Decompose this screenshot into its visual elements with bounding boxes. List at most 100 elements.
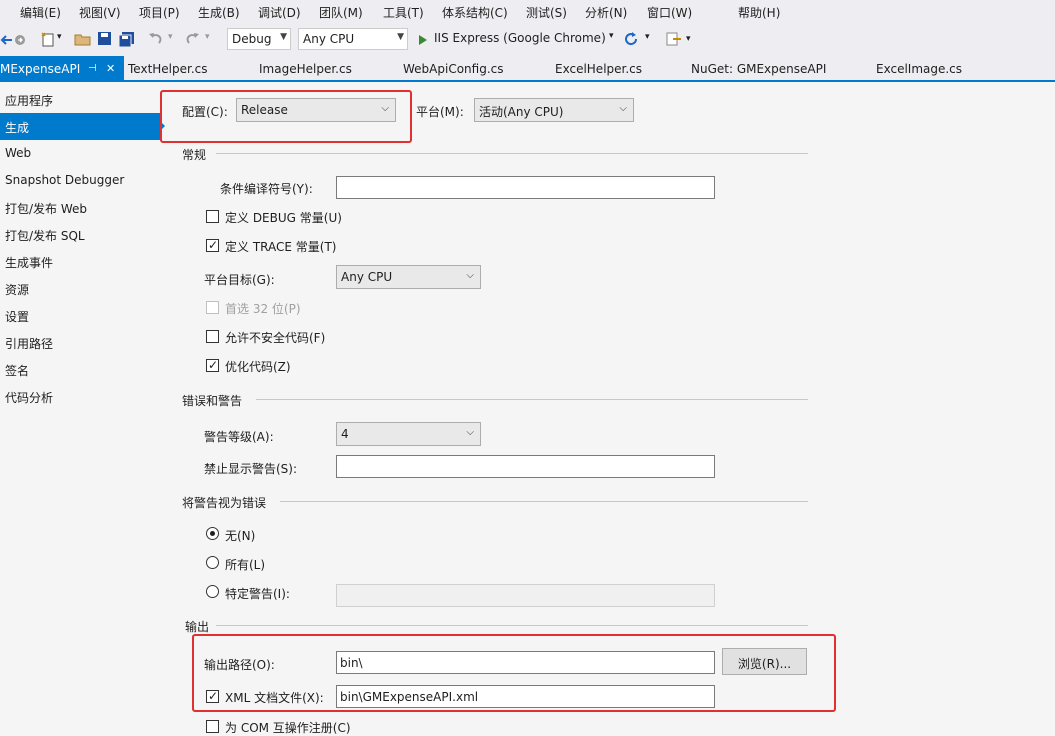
section-errors-header: 错误和警告 [182,394,243,408]
new-project-icon[interactable] [40,31,56,47]
solution-platform-value: Any CPU [303,32,355,46]
sidebar-item-resources[interactable]: 资源 [0,275,160,302]
output-path-value: bin\ [340,656,363,670]
define-trace-label: 定义 TRACE 常量(T) [225,240,337,254]
checkmark-icon: ✓ [208,358,219,372]
tab-imagehelper[interactable]: ImageHelper.cs [259,62,352,76]
redo-icon[interactable] [184,32,200,46]
treat-warnings-specific-radio[interactable] [206,585,219,598]
define-debug-label: 定义 DEBUG 常量(U) [225,211,342,225]
platform-value: 活动(Any CPU) [479,105,564,119]
refresh-icon[interactable] [624,32,639,47]
conditional-symbols-input[interactable] [336,176,715,199]
menu-build[interactable]: 生成(B) [198,4,240,21]
suppress-warnings-input[interactable] [336,455,715,478]
sidebar-item-snapshot-debugger[interactable]: Snapshot Debugger [0,167,160,194]
open-folder-icon[interactable] [74,31,92,47]
sidebar-item-build-events[interactable]: 生成事件 [0,248,160,275]
treat-warnings-specific-label: 特定警告(I): [225,587,290,601]
save-all-icon[interactable] [118,31,135,47]
treat-warnings-none-radio[interactable] [206,527,219,540]
define-trace-checkbox[interactable]: ✓ [206,238,219,252]
sidebar-item-web[interactable]: Web [0,140,160,167]
section-treat-warnings-header: 将警告视为错误 [182,496,267,510]
xml-doc-value: bin\GMExpenseAPI.xml [340,690,479,704]
property-page-nav: 应用程序 生成 Web Snapshot Debugger 打包/发布 Web … [0,84,160,736]
sidebar-item-signing[interactable]: 签名 [0,356,160,383]
output-path-label: 输出路径(O): [204,658,275,672]
menu-architecture[interactable]: 体系结构(C) [442,4,508,21]
tab-gmexpenseapi[interactable]: MExpenseAPI ⊣ ✕ [0,56,124,80]
undo-icon[interactable] [148,32,164,46]
sidebar-item-package-web[interactable]: 打包/发布 Web [0,194,160,221]
tab-nuget[interactable]: NuGet: GMExpenseAPI [691,62,826,76]
chevron-down-icon: ▼ [397,32,404,42]
sidebar-item-settings[interactable]: 设置 [0,302,160,329]
conditional-symbols-label: 条件编译符号(Y): [220,182,313,196]
optimize-code-checkbox[interactable]: ✓ [206,358,219,372]
warning-level-combo[interactable]: 4 ⌵ [336,422,481,446]
menu-help[interactable]: 帮助(H) [738,4,780,21]
menu-team[interactable]: 团队(M) [319,4,363,21]
treat-warnings-all-radio[interactable] [206,556,219,569]
play-icon[interactable] [418,34,428,46]
browse-button-label: 浏览(R)... [737,657,792,671]
tab-webapiconfig[interactable]: WebApiConfig.cs [403,62,504,76]
sidebar-item-code-analysis[interactable]: 代码分析 [0,383,160,410]
refresh-dropdown-icon[interactable]: ▾ [645,32,650,42]
sidebar-item-build[interactable]: 生成 [0,113,160,140]
xml-doc-checkbox[interactable]: ✓ [206,689,219,703]
xml-doc-input[interactable]: bin\GMExpenseAPI.xml [336,685,715,708]
suppress-warnings-label: 禁止显示警告(S): [204,462,298,476]
menu-test[interactable]: 测试(S) [526,4,567,21]
menu-debug[interactable]: 调试(D) [258,4,301,21]
forward-icon[interactable] [13,33,27,47]
register-com-checkbox[interactable] [206,720,219,733]
run-target-label[interactable]: IIS Express (Google Chrome) [434,31,606,45]
document-tab-bar: MExpenseAPI ⊣ ✕ TextHelper.cs ImageHelpe… [0,56,1055,82]
allow-unsafe-checkbox[interactable] [206,330,219,343]
tab-excelhelper[interactable]: ExcelHelper.cs [555,62,642,76]
back-icon[interactable] [0,33,14,47]
menu-analyze[interactable]: 分析(N) [585,4,627,21]
undo-dropdown-icon[interactable]: ▾ [168,32,173,42]
platform-target-combo[interactable]: Any CPU ⌵ [336,265,481,289]
chevron-down-icon: ⌵ [466,427,474,438]
run-dropdown-icon[interactable]: ▾ [609,31,614,41]
redo-dropdown-icon[interactable]: ▾ [205,32,210,42]
save-icon[interactable] [97,31,112,46]
menu-tools[interactable]: 工具(T) [383,4,424,21]
menu-bar: 编辑(E) 视图(V) 项目(P) 生成(B) 调试(D) 团队(M) 工具(T… [0,0,1055,24]
tab-gmexpenseapi-label: MExpenseAPI [0,62,81,76]
define-debug-checkbox[interactable] [206,210,219,223]
chevron-down-icon: ⌵ [466,270,474,281]
output-path-input[interactable]: bin\ [336,651,715,674]
tab-texthelper[interactable]: TextHelper.cs [128,62,208,76]
menu-edit[interactable]: 编辑(E) [20,4,61,21]
platform-target-value: Any CPU [341,270,393,284]
pin-icon[interactable]: ⊣ [88,63,97,74]
menu-project[interactable]: 项目(P) [139,4,180,21]
prefer-32bit-checkbox [206,301,219,314]
browse-button[interactable]: 浏览(R)... [722,648,807,675]
menu-window[interactable]: 窗口(W) [647,4,692,21]
menu-view[interactable]: 视图(V) [79,4,121,21]
overflow-icon[interactable]: ▾ [686,34,691,44]
sidebar-item-reference-paths[interactable]: 引用路径 [0,329,160,356]
solution-config-combo[interactable]: Debug ▼ [227,28,291,50]
warning-level-label: 警告等级(A): [204,430,274,444]
solution-platform-combo[interactable]: Any CPU ▼ [298,28,408,50]
prefer-32bit-label: 首选 32 位(P) [225,302,301,316]
radio-selected-dot [210,531,215,536]
platform-combo[interactable]: 活动(Any CPU) ⌵ [474,98,634,122]
section-output-header: 输出 [185,620,210,634]
solution-config-value: Debug [232,32,272,46]
xml-doc-label: XML 文档文件(X): [225,691,324,705]
sidebar-item-package-sql[interactable]: 打包/发布 SQL [0,221,160,248]
new-dropdown-icon[interactable]: ▾ [57,32,62,42]
tab-excelimage[interactable]: ExcelImage.cs [876,62,962,76]
browser-link-icon[interactable] [666,31,682,47]
checkmark-icon: ✓ [208,689,219,703]
sidebar-item-application[interactable]: 应用程序 [0,86,160,113]
close-icon[interactable]: ✕ [106,62,115,75]
